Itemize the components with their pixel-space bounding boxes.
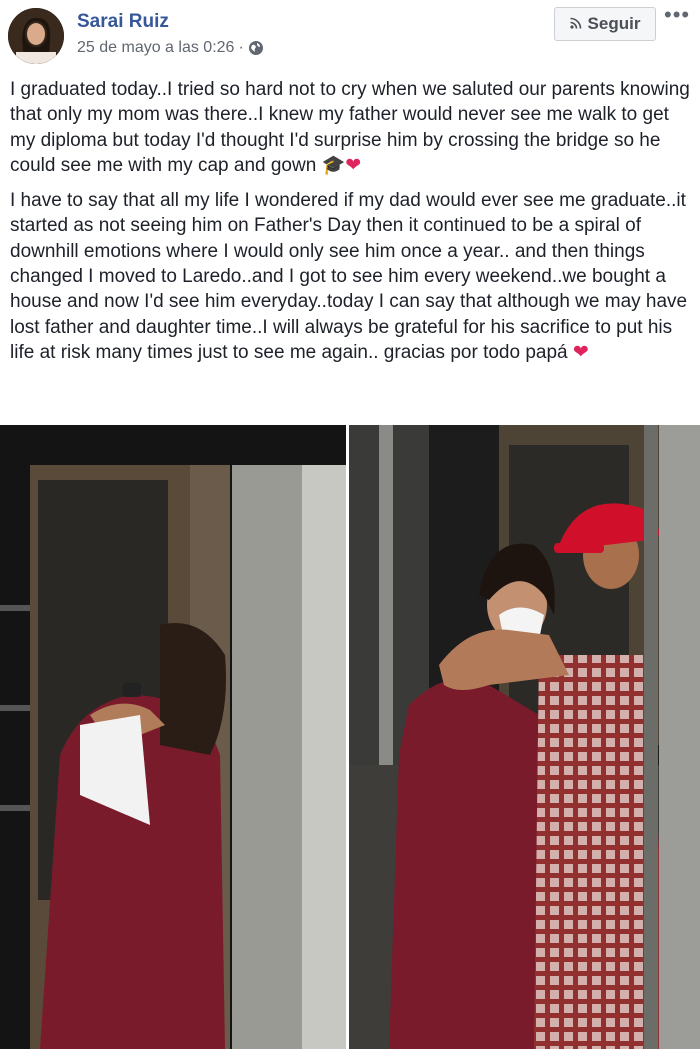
post-header: Sarai Ruiz 25 de mayo a las 0:26 · Segui… bbox=[0, 0, 700, 70]
timestamp[interactable]: 25 de mayo a las 0:26 bbox=[77, 39, 234, 57]
graduation-cap-icon: 🎓 bbox=[321, 154, 346, 176]
post-text: I graduated today..I tried so hard not t… bbox=[10, 77, 692, 375]
meta-separator: · bbox=[238, 39, 244, 56]
author-name[interactable]: Sarai Ruiz bbox=[77, 11, 169, 33]
post-paragraph-1: I graduated today..I tried so hard not t… bbox=[10, 77, 692, 178]
globe-icon bbox=[248, 40, 264, 56]
heart-icon: ❤ bbox=[345, 154, 362, 176]
avatar[interactable] bbox=[8, 8, 64, 64]
follow-label: Seguir bbox=[587, 14, 641, 33]
heart-icon: ❤ bbox=[572, 341, 589, 363]
photo-right[interactable] bbox=[349, 425, 700, 1049]
paragraph-2-text: I have to say that all my life I wondere… bbox=[10, 190, 688, 363]
follow-button[interactable]: Seguir bbox=[554, 7, 656, 41]
post-meta: 25 de mayo a las 0:26 · bbox=[77, 39, 264, 57]
rss-icon bbox=[569, 14, 582, 34]
more-icon[interactable]: ••• bbox=[664, 2, 690, 28]
photo-left[interactable] bbox=[0, 425, 346, 1049]
post-paragraph-2: I have to say that all my life I wondere… bbox=[10, 188, 692, 365]
